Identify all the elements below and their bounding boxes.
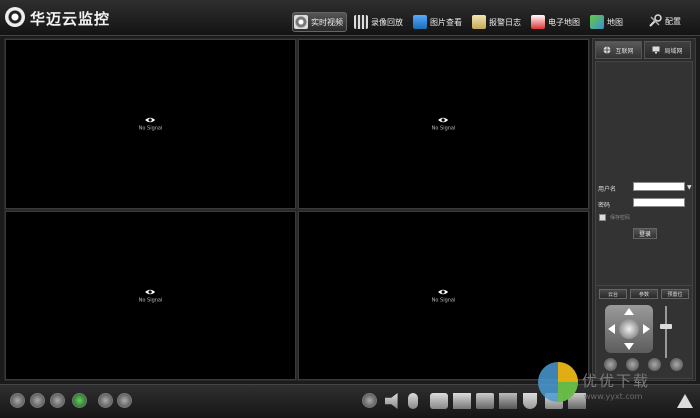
stop-icon[interactable] — [362, 393, 377, 408]
app-logo-icon — [5, 7, 25, 27]
nav-e-map[interactable]: 电子地图 — [530, 12, 583, 32]
picture-icon — [413, 15, 427, 29]
film-icon — [354, 15, 368, 29]
tab-lan[interactable]: 局域网 — [644, 41, 691, 59]
watermark-url: www.yyxt.com — [584, 392, 643, 401]
nav-label: 录像回放 — [371, 17, 403, 27]
sd-icon[interactable] — [545, 393, 563, 409]
warning-icon[interactable] — [677, 394, 693, 408]
camera-icon — [294, 15, 308, 29]
nav-label: 图片查看 — [430, 17, 462, 27]
video-tile-1[interactable]: No Signal — [5, 39, 296, 209]
snapshot-icon[interactable] — [476, 393, 494, 409]
ptz-control: 云台 参数 预置位 — [595, 285, 693, 379]
video-tile-4[interactable]: No Signal — [298, 211, 589, 380]
ptz-speed-slider[interactable] — [660, 306, 672, 358]
tab-params[interactable]: 参数 — [630, 289, 658, 299]
tab-internet[interactable]: 互联网 — [595, 41, 642, 59]
globe-icon — [603, 46, 611, 54]
next-icon[interactable] — [50, 393, 65, 408]
nav-label: 报警日志 — [489, 17, 521, 27]
microphone-icon[interactable] — [408, 393, 418, 409]
remember-password-label: 保存密码 — [610, 215, 631, 221]
connection-tabs: 互联网 局域网 — [595, 41, 693, 59]
right-panel: 互联网 局域网 用户名 ▼ 密码 保存密码 登录 云台 参数 预置位 — [592, 38, 696, 381]
monitor-icon — [652, 46, 660, 54]
no-signal-label: No Signal — [138, 125, 163, 132]
username-label: 用户名 — [598, 186, 617, 193]
app-title: 华迈云监控 — [30, 10, 111, 28]
password-label: 密码 — [598, 202, 611, 209]
eye-icon — [145, 289, 156, 294]
record-camera-icon[interactable] — [430, 393, 448, 409]
no-signal-indicator: No Signal — [138, 288, 163, 303]
no-signal-indicator: No Signal — [431, 117, 456, 132]
no-signal-indicator: No Signal — [138, 117, 163, 132]
video-grid: No Signal No Signal No Signal No Signal — [4, 38, 590, 381]
volume-icon[interactable] — [385, 393, 398, 409]
previous-icon[interactable] — [10, 393, 25, 408]
tools-icon — [649, 14, 662, 27]
title-bar: 华迈云监控 实时视频 录像回放 图片查看 报警日志 电子地图 地图 配置 — [0, 0, 700, 36]
grid-layout-icon[interactable] — [72, 393, 87, 408]
eye-icon — [438, 117, 449, 123]
nav-alarm-log[interactable]: 报警日志 — [471, 12, 524, 32]
screen-icon[interactable] — [499, 393, 517, 409]
tab-label: 互联网 — [615, 47, 634, 55]
no-signal-label: No Signal — [431, 297, 456, 303]
ptz-down-button[interactable] — [624, 343, 634, 350]
config-button[interactable]: 配置 — [648, 14, 681, 28]
main-nav: 实时视频 录像回放 图片查看 报警日志 电子地图 地图 — [292, 12, 632, 32]
ptz-left-button[interactable] — [608, 324, 615, 334]
log-icon — [472, 15, 486, 29]
nav-live-video[interactable]: 实时视频 — [292, 12, 347, 32]
eye-icon — [145, 117, 156, 123]
no-signal-label: No Signal — [138, 297, 163, 303]
watermark-text: 优优下载 — [582, 372, 651, 390]
nav-playback[interactable]: 录像回放 — [353, 12, 406, 32]
no-signal-indicator: No Signal — [431, 288, 456, 303]
username-input[interactable] — [633, 182, 685, 191]
video-tile-2[interactable]: No Signal — [298, 39, 589, 209]
nav-label: 电子地图 — [548, 17, 580, 27]
password-input[interactable] — [633, 198, 685, 207]
slider-knob[interactable] — [660, 324, 672, 329]
video-tile-3[interactable]: No Signal — [5, 211, 296, 380]
shield-icon[interactable] — [523, 393, 537, 409]
map-pin-icon — [531, 15, 545, 29]
zoom-in-icon[interactable] — [670, 358, 683, 371]
login-button[interactable]: 登录 — [633, 228, 657, 239]
ptz-tabs: 云台 参数 预置位 — [599, 289, 692, 299]
map-icon — [590, 15, 604, 29]
ptz-right-button[interactable] — [643, 324, 650, 334]
ptz-direction-pad — [605, 305, 653, 353]
video-record-icon[interactable] — [453, 393, 471, 409]
chevron-down-icon[interactable]: ▼ — [687, 184, 692, 191]
nav-map[interactable]: 地图 — [589, 12, 626, 32]
ptz-center-button[interactable] — [619, 319, 639, 339]
tab-ptz[interactable]: 云台 — [599, 289, 627, 299]
eye-icon — [438, 289, 449, 294]
nav-label: 地图 — [607, 17, 623, 27]
nav-pictures[interactable]: 图片查看 — [412, 12, 465, 32]
config-label: 配置 — [665, 16, 681, 26]
ptz-up-button[interactable] — [624, 308, 634, 315]
lock-icon[interactable] — [117, 393, 132, 408]
login-form: 用户名 ▼ 密码 保存密码 登录 — [595, 61, 693, 301]
tab-label: 局域网 — [664, 47, 683, 55]
refresh-icon[interactable] — [30, 393, 45, 408]
fullscreen-icon[interactable] — [98, 393, 113, 408]
no-signal-label: No Signal — [431, 125, 456, 132]
nav-label: 实时视频 — [311, 17, 343, 27]
remember-password-checkbox[interactable] — [599, 214, 606, 221]
tab-presets[interactable]: 预置位 — [661, 289, 689, 299]
